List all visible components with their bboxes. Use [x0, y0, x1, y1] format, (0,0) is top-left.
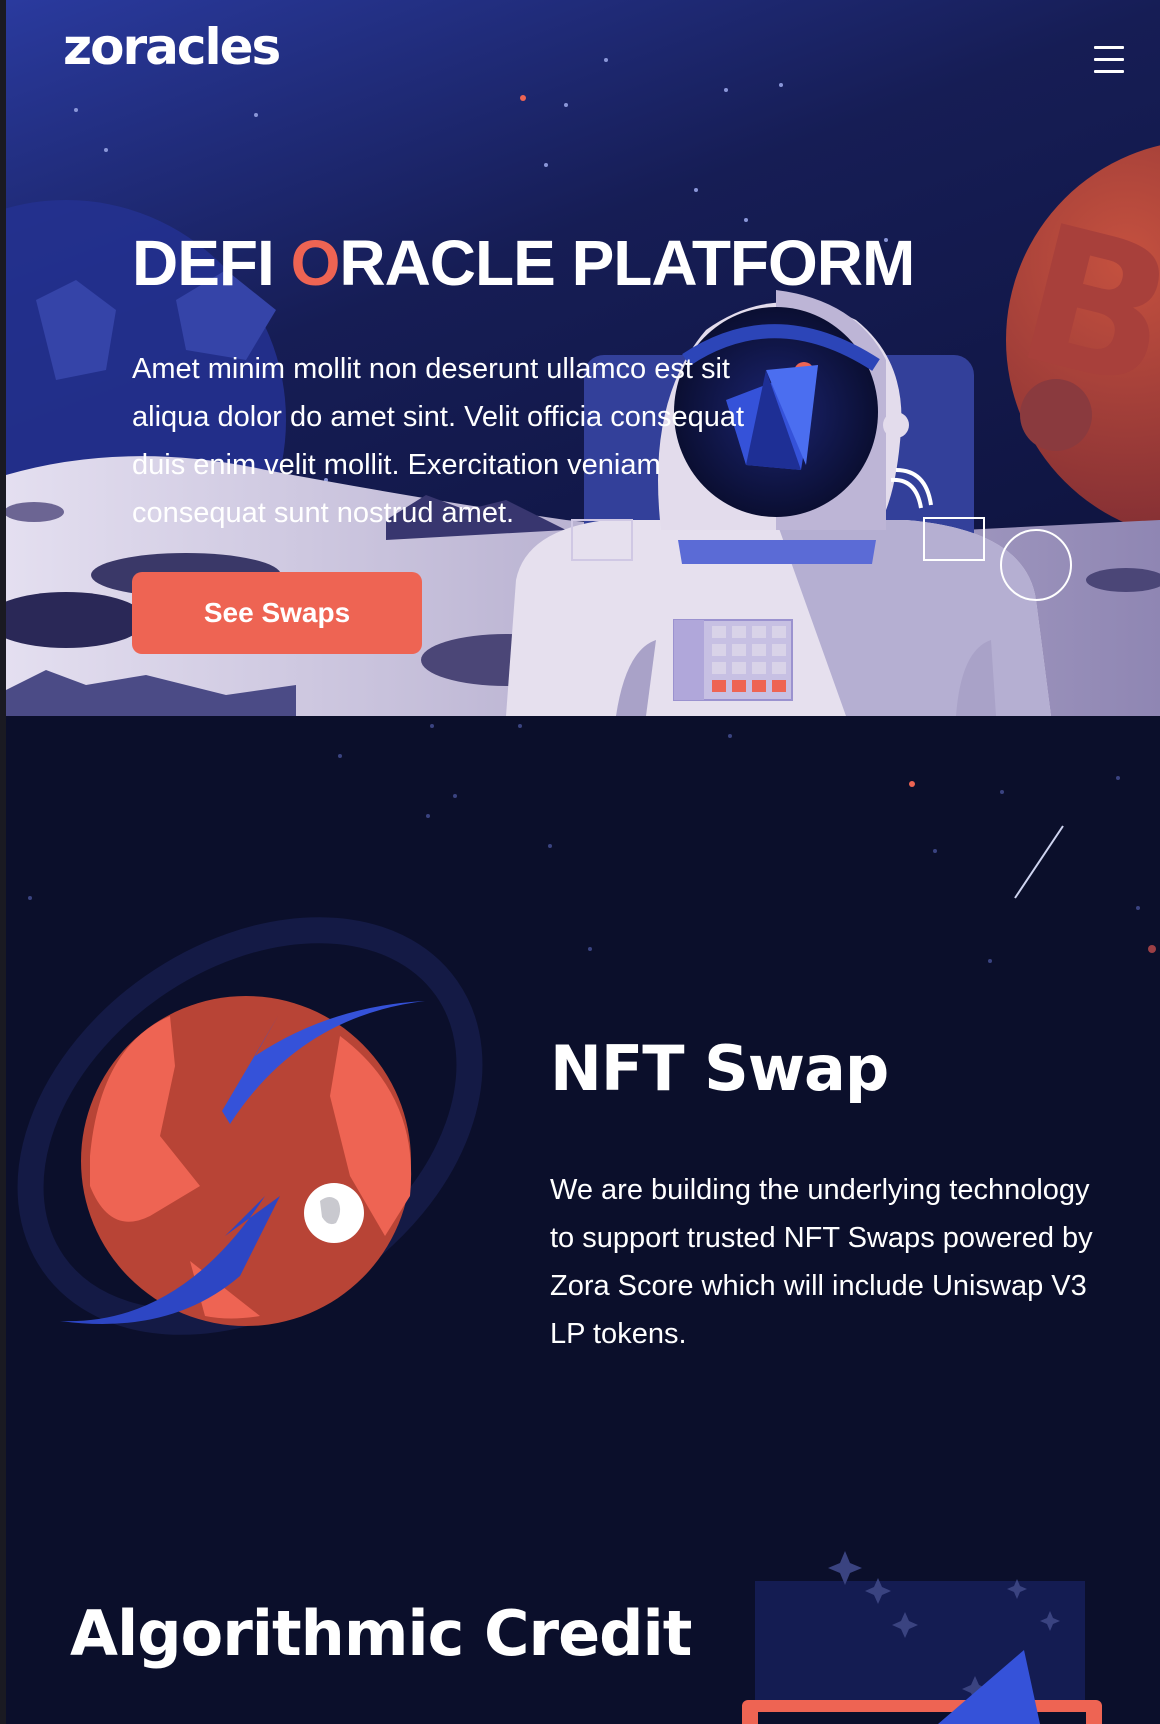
hero-title-rest: RACLE PLATFORM [339, 227, 915, 299]
see-swaps-button[interactable]: See Swaps [132, 572, 422, 654]
menu-line [1094, 58, 1124, 61]
stars [28, 724, 1140, 963]
hero-description: Amet minim mollit non deserunt ullamco e… [132, 353, 745, 529]
nft-swap-description: We are building the underlying technolog… [550, 1174, 1093, 1350]
planet-swap-icon [17, 917, 483, 1335]
menu-line [1094, 70, 1124, 73]
rocket-chart-icon [742, 1551, 1102, 1724]
hero-title: DEFI ORACLE PLATFORM [132, 227, 915, 299]
menu-line [1094, 46, 1124, 49]
nft-swap-title: NFT Swap [550, 1032, 889, 1105]
hero-title-prefix: DEFI [132, 227, 291, 299]
hero-section: B zoracles DEFI ORACLE PLATFORM Amet min… [6, 0, 1160, 716]
shooting-star [1014, 825, 1064, 899]
hamburger-menu-icon[interactable] [1094, 46, 1124, 73]
logo[interactable]: zoracles [63, 22, 281, 72]
hero-title-accent: O [290, 227, 341, 299]
algorithmic-credit-title: Algorithmic Credit [70, 1597, 692, 1670]
